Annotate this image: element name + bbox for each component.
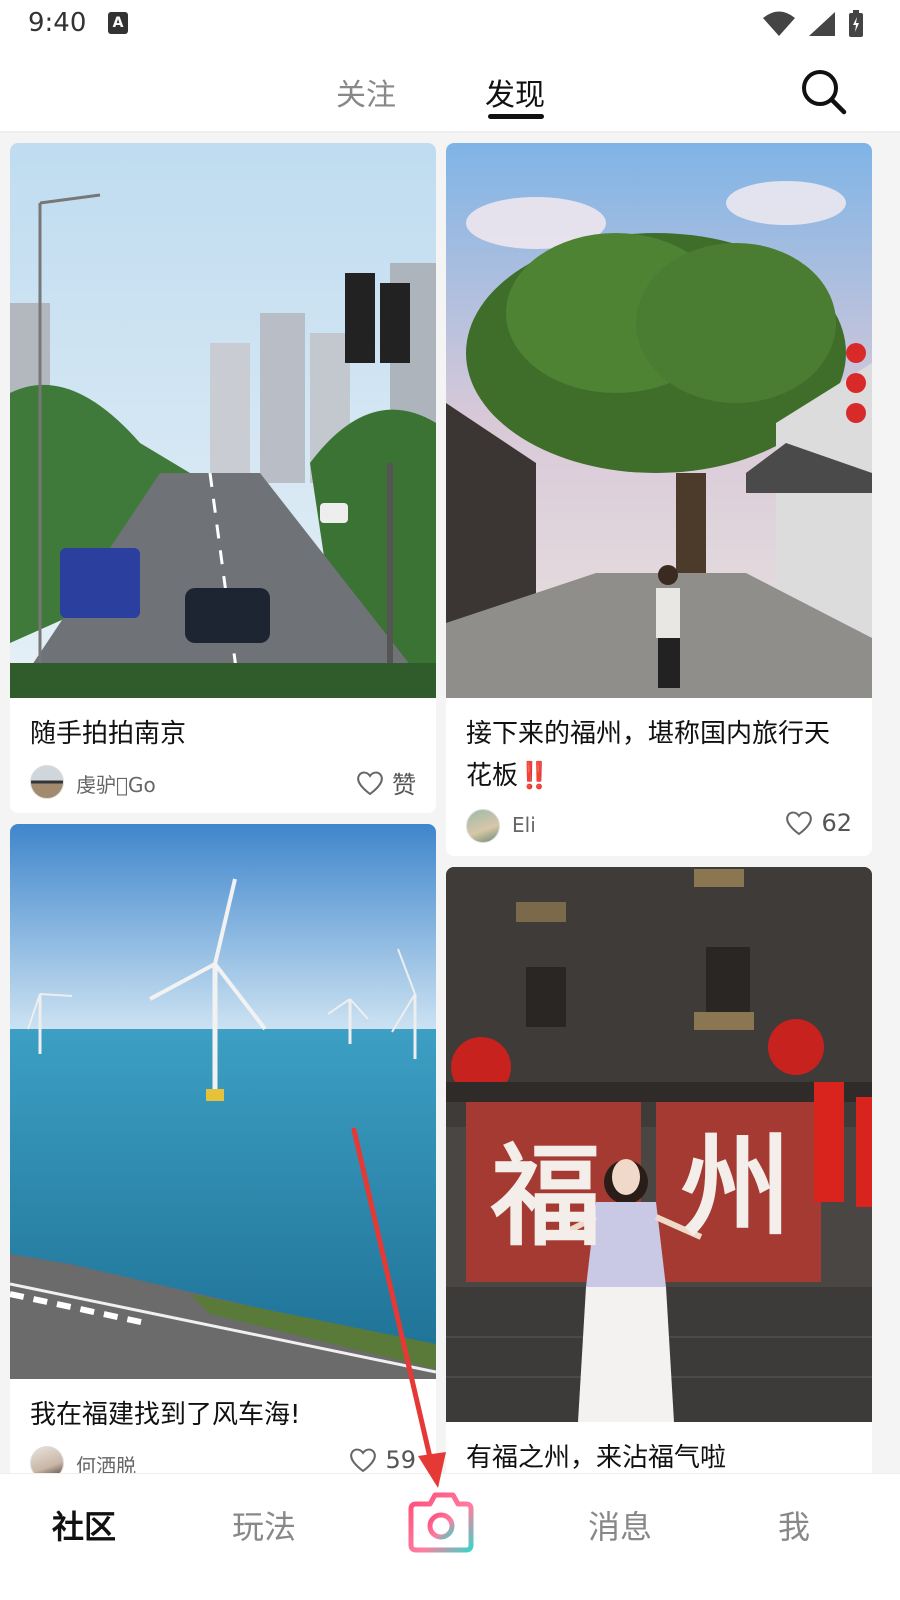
tab-discover[interactable]: 发现 [485, 70, 545, 114]
like-count: 62 [821, 809, 852, 837]
heart-icon [357, 771, 383, 795]
post-meta: 何洒脱 59 [30, 1446, 416, 1473]
post-image[interactable]: 福 州 [446, 867, 872, 1422]
post-card[interactable]: 随手拍拍南京 虔驴 Go 赞 [10, 143, 436, 813]
door-character-fu: 福 [491, 1132, 601, 1261]
active-tab-indicator [488, 114, 544, 119]
post-meta: Eli 62 [466, 809, 852, 845]
like-button[interactable]: 赞 [356, 765, 416, 800]
avatar[interactable] [30, 765, 64, 799]
tab-follow[interactable]: 关注 [336, 70, 396, 114]
author-name[interactable]: Eli [512, 813, 536, 837]
post-title: 有福之州，来沾福气啦 [466, 1443, 727, 1473]
nav-play[interactable]: 玩法 [232, 1502, 296, 1548]
nav-messages[interactable]: 消息 [588, 1502, 652, 1548]
status-time: 9:40 [28, 8, 87, 38]
battery-icon [849, 10, 863, 37]
post-image[interactable] [10, 143, 436, 698]
post-card[interactable]: 我在福建找到了风车海! 何洒脱 59 [10, 824, 436, 1473]
feed-grid: 随手拍拍南京 虔驴 Go 赞 [0, 133, 900, 1473]
like-button[interactable]: 62 [785, 809, 852, 837]
door-character-zhou: 州 [681, 1122, 791, 1251]
status-bar: 9:40 A [0, 0, 900, 50]
top-tab-bar: 关注 发现 [0, 50, 900, 133]
search-icon[interactable] [800, 68, 848, 116]
avatar[interactable] [30, 1446, 64, 1473]
avatar[interactable] [466, 809, 500, 843]
post-title: 接下来的福州，堪称国内旅行天花板‼️ [466, 719, 831, 791]
wifi-icon [763, 11, 795, 36]
heart-icon [786, 811, 813, 836]
post-image[interactable] [10, 824, 436, 1379]
post-image[interactable] [446, 143, 872, 698]
like-count: 59 [385, 1446, 416, 1473]
heart-icon [350, 1448, 377, 1473]
notification-icon: A [108, 12, 128, 34]
bottom-nav: 社区 玩法 消息 我 [0, 1473, 900, 1600]
signal-icon [809, 12, 835, 36]
nav-me[interactable]: 我 [778, 1502, 810, 1548]
post-title: 我在福建找到了风车海! [30, 1400, 301, 1430]
like-count: 赞 [392, 771, 416, 799]
status-icons [762, 10, 864, 38]
post-card[interactable]: 接下来的福州，堪称国内旅行天花板‼️ Eli 62 [446, 143, 872, 856]
post-meta: 虔驴 Go 赞 [30, 765, 416, 801]
post-card[interactable]: 福 州 有福之州，来沾福气啦 [446, 867, 872, 1473]
author-name[interactable]: 何洒脱 [76, 1450, 136, 1473]
like-button[interactable]: 59 [349, 1446, 416, 1473]
post-title: 随手拍拍南京 [30, 719, 187, 749]
camera-icon[interactable] [408, 1490, 474, 1554]
double-exclamation-icon: ‼️ [518, 761, 551, 791]
nav-community[interactable]: 社区 [52, 1502, 116, 1548]
author-name[interactable]: 虔驴 Go [76, 769, 156, 798]
